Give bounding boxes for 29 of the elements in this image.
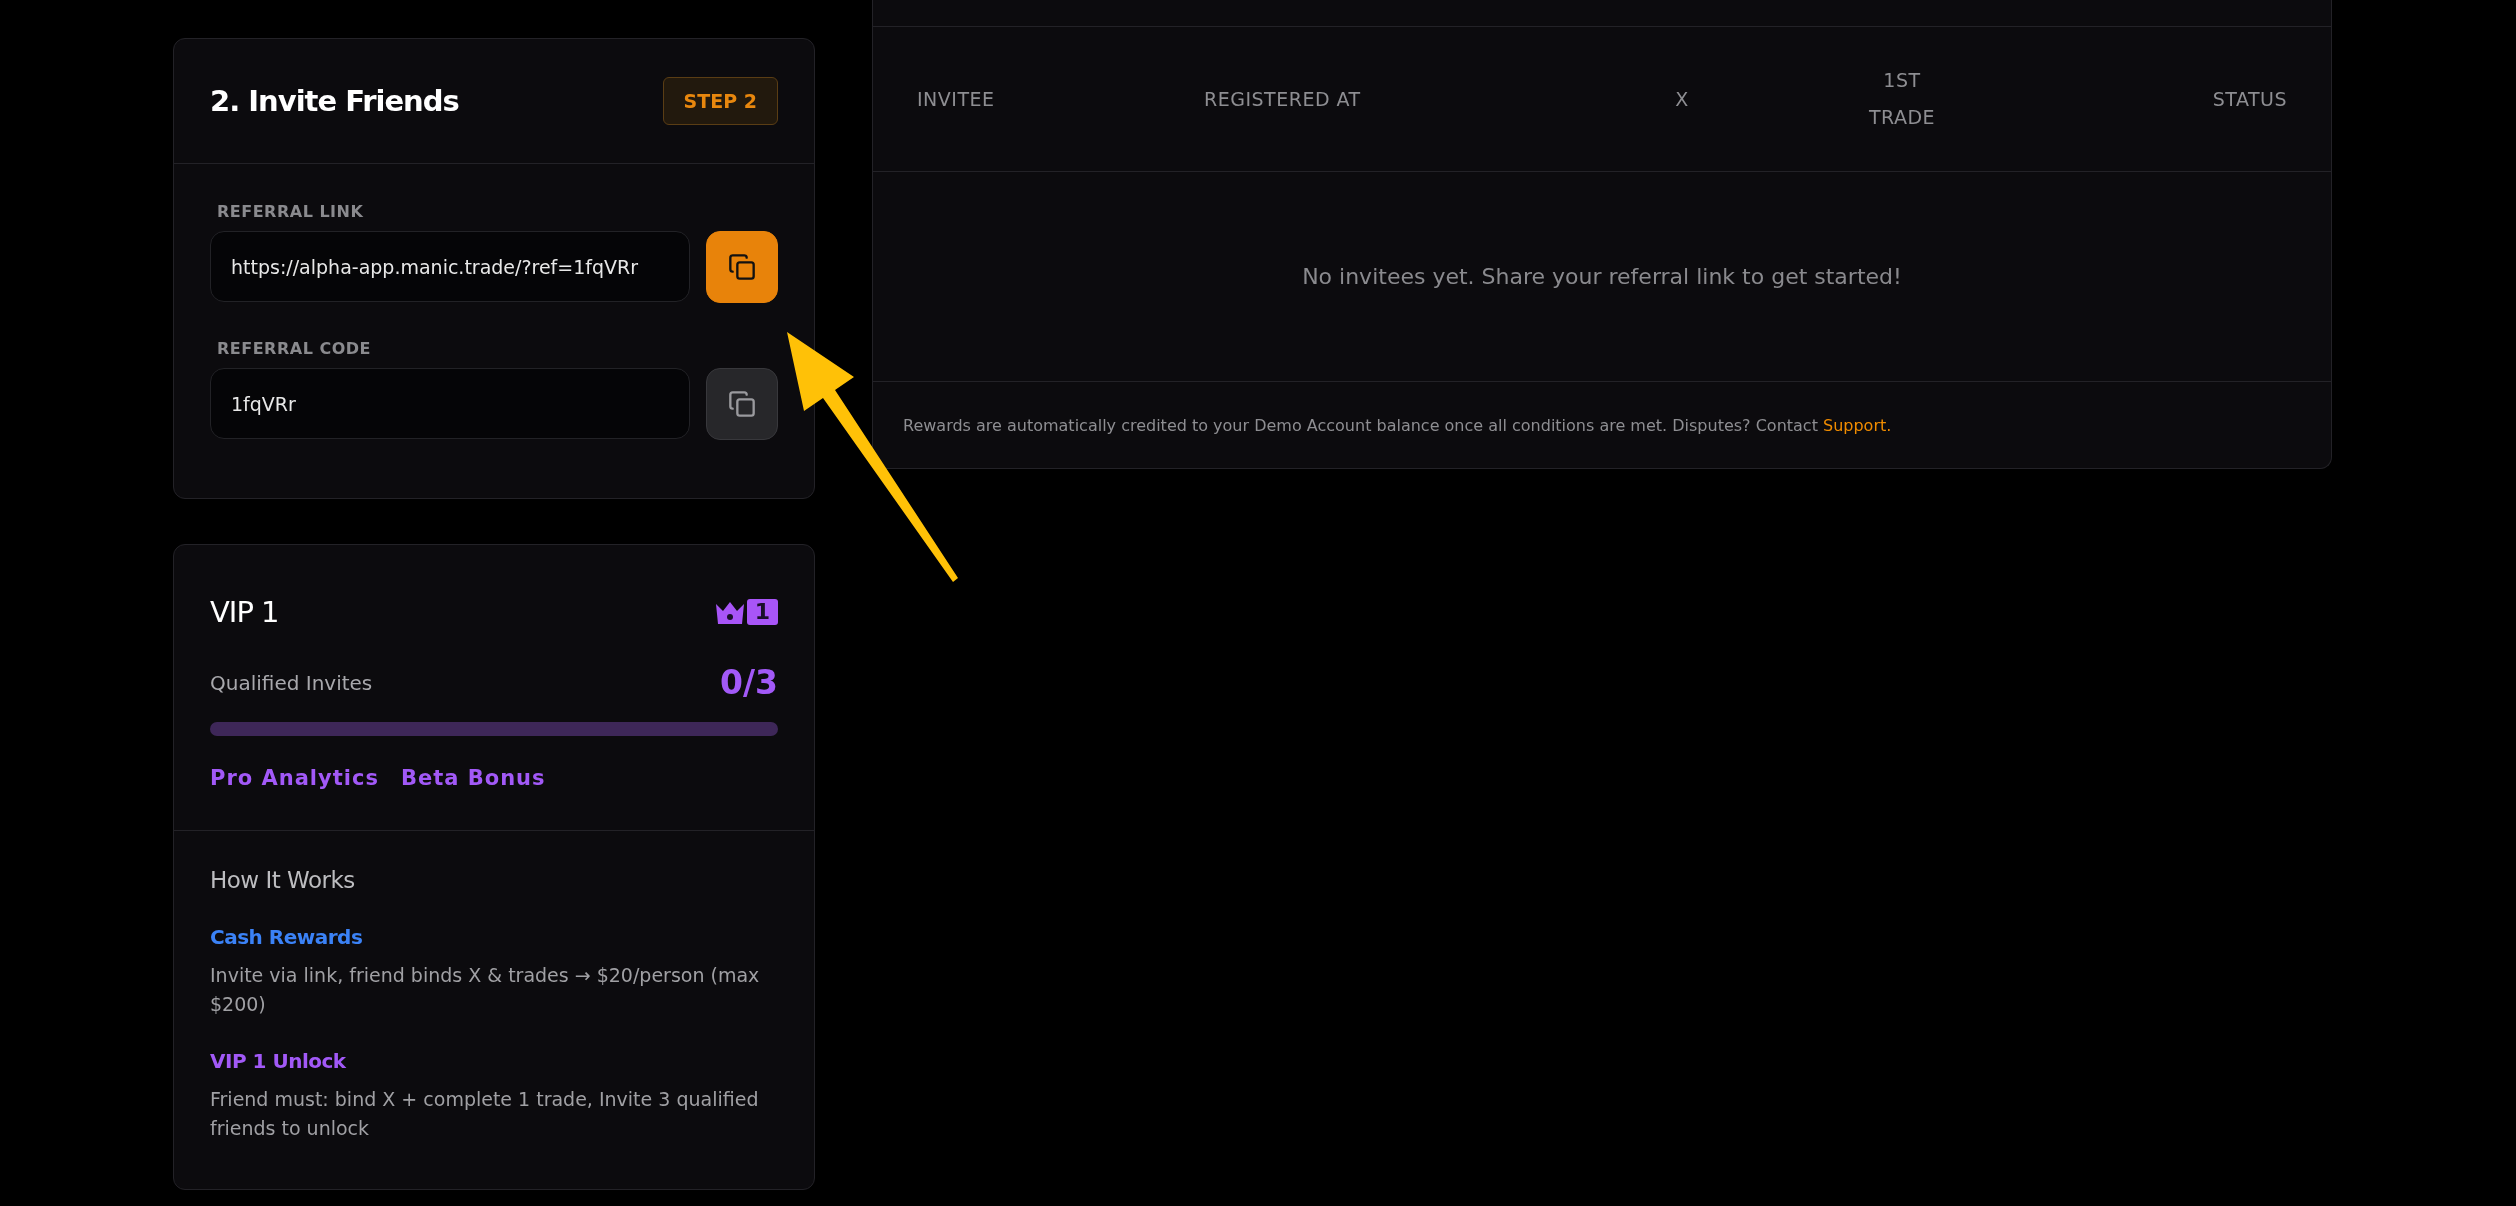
column-header: STATUS: [2212, 87, 2287, 110]
support-link[interactable]: Support.: [1823, 415, 1892, 435]
empty-message: No invitees yet. Share your referral link to get started!: [1302, 264, 1902, 289]
input-field[interactable]: 1fqVRr: [210, 368, 690, 439]
step-badge: STEP 2: [662, 77, 778, 125]
progress-count: 0/3: [720, 663, 778, 702]
rule-title: Cash Rewards: [210, 925, 364, 949]
copy-button[interactable]: [706, 231, 778, 303]
rule-title: VIP 1 Unlock: [210, 1049, 347, 1073]
copy-button[interactable]: [706, 368, 778, 440]
column-header: X: [1675, 87, 1689, 110]
crown-icon: [714, 600, 745, 624]
card-title: 2. Invite Friends: [210, 84, 459, 118]
copy-icon: [728, 390, 756, 418]
rule-text: Invite via link, friend binds X & trades → $20/person (max $200): [210, 963, 761, 1017]
rule-text: Friend must: bind X + complete 1 trade, Invite 3 qualified friends to unlock: [210, 1087, 760, 1141]
field-label: REFERRAL LINK: [217, 202, 365, 221]
column-header: REGISTERED AT: [1204, 87, 1361, 110]
column-header: INVITEE: [917, 87, 995, 110]
progress-label: Qualified Invites: [210, 670, 373, 695]
perk-label: Beta Bonus: [400, 766, 546, 790]
field-label: REFERRAL CODE: [217, 339, 372, 358]
footer-note: Rewards are automatically credited to your Demo Account balance once all conditions are met. Disputes? Contact Support.: [903, 415, 1892, 435]
column-header: 1ST TRADE: [1867, 68, 1937, 130]
input-field[interactable]: https://alpha-app.manic.trade/?ref=1fqVRr: [210, 231, 690, 302]
vip-title: VIP 1: [210, 595, 279, 629]
section-title: How It Works: [210, 867, 356, 893]
perk-label: Pro Analytics: [210, 766, 379, 790]
copy-icon: [728, 253, 756, 281]
